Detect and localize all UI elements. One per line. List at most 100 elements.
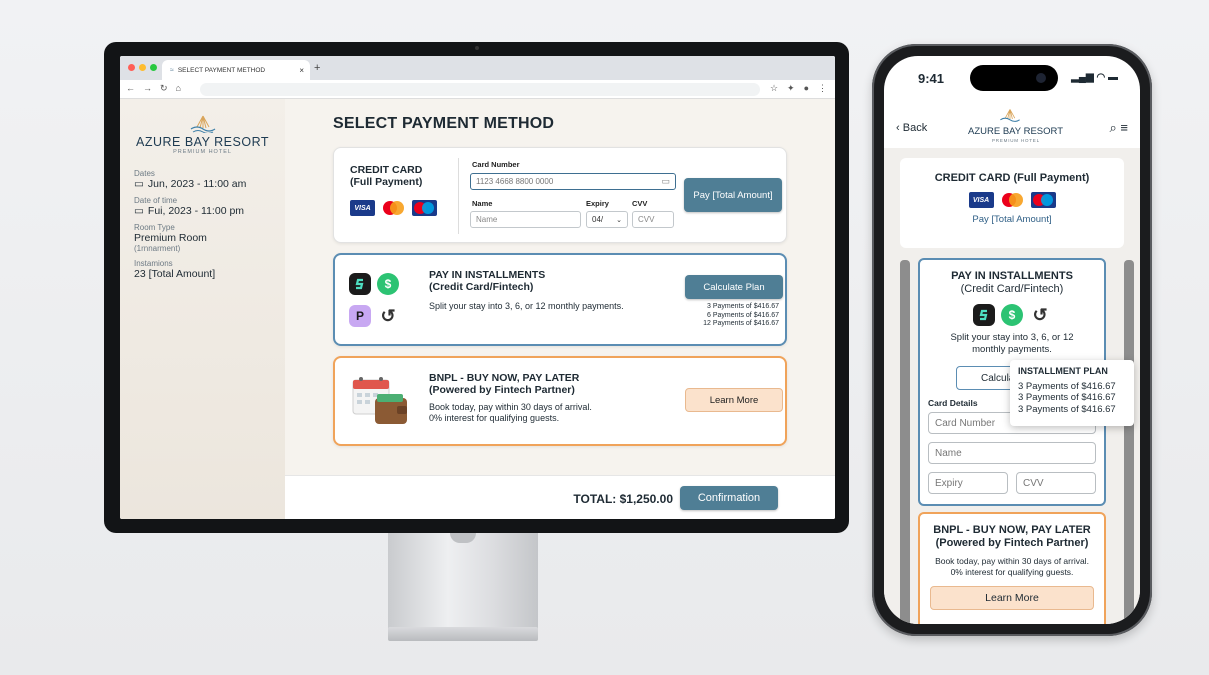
- status-time: 9:41: [918, 71, 945, 86]
- mobile-inst-title-line1: PAY IN INSTALLMENTS: [951, 270, 1073, 282]
- installments-value: 23 [Total Amount]: [134, 268, 216, 280]
- mobile-card-brands: VISA: [900, 192, 1124, 208]
- credit-card-option[interactable]: CREDIT CARD (Full Payment) VISA Card Num…: [333, 147, 787, 243]
- pay-total-button[interactable]: Pay [Total Amount]: [684, 178, 782, 212]
- monitor-camera: [475, 46, 479, 50]
- browser-tabbar: ≈ SELECT PAYMENT METHOD × +: [120, 56, 835, 80]
- new-tab-button[interactable]: +: [314, 62, 320, 74]
- back-arrow-icon[interactable]: ←: [126, 83, 135, 94]
- mobile-inst-desc-line1: Split your stay into 3, 6, or 12: [950, 332, 1074, 343]
- monitor-stand: [388, 533, 538, 629]
- url-input[interactable]: [200, 83, 760, 96]
- page-title: SELECT PAYMENT METHOD: [333, 115, 555, 132]
- wifi-icon: ◠: [1096, 72, 1106, 83]
- brand-subtitle: PREMIUM HOTEL: [173, 149, 232, 155]
- mobile-expiry-placeholder: Expiry: [935, 477, 963, 489]
- window-controls: [128, 64, 157, 71]
- dynamic-island: [970, 65, 1058, 91]
- fintech-s-logo-icon: [349, 273, 371, 295]
- mobile-card-number-placeholder: Card Number: [935, 417, 996, 429]
- calculate-plan-button[interactable]: Calculate Plan: [685, 275, 783, 299]
- mobile-bnpl-desc-line2: 0% interest for qualifying guests.: [950, 567, 1074, 577]
- mobile-expiry-input[interactable]: Expiry: [928, 472, 1008, 494]
- close-window-button[interactable]: [128, 64, 135, 71]
- dollar-icon: $: [377, 273, 399, 295]
- tooltip-line: 3 Payments of $416.67: [1018, 403, 1116, 415]
- forward-arrow-icon[interactable]: →: [143, 83, 152, 94]
- mobile-name-input[interactable]: Name: [928, 442, 1096, 464]
- card-icon: ▭: [661, 176, 670, 186]
- cvv-placeholder: CVV: [638, 215, 655, 224]
- bnpl-title: BNPL - BUY NOW, PAY LATER (Powered by Fi…: [429, 372, 579, 396]
- installments-label: Instamions: [134, 259, 173, 268]
- mobile-pay-total-link[interactable]: Pay [Total Amount]: [900, 214, 1124, 225]
- minimize-window-button[interactable]: [139, 64, 146, 71]
- mobile-brand-subtitle: PREMIUM HOTEL: [992, 138, 1040, 143]
- mobile-bnpl-title-line1: BNPL - BUY NOW, PAY LATER: [933, 524, 1091, 536]
- mobile-header-actions: ⌕ ≡: [1110, 120, 1129, 136]
- tab-title: SELECT PAYMENT METHOD: [177, 66, 266, 74]
- extensions-icon[interactable]: ✦: [787, 83, 795, 94]
- mobile-fintech-icons: $ ↺: [920, 304, 1104, 326]
- mobile-cc-title: CREDIT CARD (Full Payment): [934, 172, 1090, 184]
- paypal-p-icon: P: [349, 305, 371, 327]
- profile-icon[interactable]: ●: [804, 83, 809, 94]
- tab-close-icon[interactable]: ×: [299, 66, 304, 75]
- installments-title-line2: (Credit Card/Fintech): [429, 281, 534, 293]
- credit-card-title-line2: (Full Payment): [350, 176, 423, 188]
- history-clock-icon: ↺: [1032, 304, 1048, 325]
- mobile-inst-title-line2: (Credit Card/Fintech): [960, 283, 1064, 295]
- resort-logo-icon: [190, 115, 215, 133]
- bnpl-desc-line1: Book today, pay within 30 days of arriva…: [429, 402, 592, 412]
- mobile-bnpl-option[interactable]: BNPL - BUY NOW, PAY LATER (Powered by Fi…: [918, 512, 1106, 624]
- carousel-next[interactable]: [1124, 260, 1134, 624]
- time-value: Fui, 2023 - 11:00 pm: [147, 205, 245, 217]
- credit-card-title-line1: CREDIT CARD: [350, 164, 423, 176]
- back-button[interactable]: ‹ Back: [896, 122, 927, 134]
- chevron-down-icon: ⌄: [616, 216, 622, 224]
- installments-option[interactable]: $ P ↺ PAY IN INSTALLMENTS (Credit Card/F…: [333, 253, 787, 346]
- name-input[interactable]: Name: [470, 211, 581, 228]
- menu-kebab-icon[interactable]: ⋮: [818, 83, 827, 94]
- payment-main: SELECT PAYMENT METHOD CREDIT CARD (Full …: [285, 99, 835, 519]
- bnpl-title-line2: (Powered by Fintech Partner): [429, 384, 575, 396]
- card-number-value: 1123 4668 8800 0000: [476, 177, 554, 186]
- hamburger-menu-icon[interactable]: ≡: [1120, 120, 1128, 135]
- credit-card-title: CREDIT CARD (Full Payment): [350, 164, 422, 188]
- browser-tab[interactable]: ≈ SELECT PAYMENT METHOD ×: [162, 60, 310, 80]
- confirmation-button[interactable]: Confirmation: [680, 486, 778, 510]
- mobile-cvv-placeholder: CVV: [1023, 477, 1044, 489]
- reload-icon[interactable]: ↻: [160, 83, 168, 94]
- divider: [458, 158, 459, 234]
- home-icon[interactable]: ⌂: [176, 83, 181, 94]
- battery-icon: ▬: [1108, 72, 1118, 83]
- carousel-prev[interactable]: [900, 260, 910, 624]
- mobile-credit-card-option[interactable]: CREDIT CARD (Full Payment) VISA Pay [Tot…: [900, 158, 1124, 248]
- payment-options-list: 3 Payments of $416.67 6 Payments of $416…: [703, 303, 779, 329]
- mobile-inst-title: PAY IN INSTALLMENTS (Credit Card/Fintech…: [920, 270, 1104, 296]
- dollar-icon: $: [1001, 304, 1023, 326]
- card-number-input[interactable]: 1123 4668 8800 0000 ▭: [470, 173, 676, 190]
- mobile-name-placeholder: Name: [935, 447, 962, 459]
- mobile-learn-more-button[interactable]: Learn More: [930, 586, 1094, 610]
- bnpl-desc-line2: 0% interest for qualifying guests.: [429, 413, 560, 423]
- bnpl-option[interactable]: BNPL - BUY NOW, PAY LATER (Powered by Fi…: [333, 356, 787, 446]
- maestro-icon: [412, 200, 437, 216]
- booking-sidebar: AZURE BAY RESORT PREMIUM HOTEL Dates ▭ J…: [120, 99, 285, 519]
- dates-label: Dates: [134, 169, 155, 178]
- mobile-inst-description: Split your stay into 3, 6, or 12 monthly…: [920, 332, 1104, 356]
- mobile-bnpl-title: BNPL - BUY NOW, PAY LATER (Powered by Fi…: [920, 524, 1104, 550]
- expiry-select[interactable]: 04/ ⌄: [586, 211, 628, 228]
- search-icon[interactable]: ⌕: [1110, 120, 1117, 135]
- mobile-cvv-input[interactable]: CVV: [1016, 472, 1096, 494]
- bookmark-star-icon[interactable]: ☆: [770, 83, 778, 94]
- payment-option: 3 Payments of $416.67: [707, 303, 779, 310]
- maximize-window-button[interactable]: [150, 64, 157, 71]
- installment-plan-tooltip: INSTALLMENT PLAN 3 Payments of $416.67 3…: [1010, 360, 1134, 426]
- calendar-icon: ▭: [134, 178, 144, 190]
- cvv-input[interactable]: CVV: [632, 211, 674, 228]
- bnpl-title-line1: BNPL - BUY NOW, PAY LATER: [429, 372, 580, 384]
- mobile-bnpl-desc-line1: Book today, pay within 30 days of arriva…: [935, 556, 1089, 566]
- learn-more-button[interactable]: Learn More: [685, 388, 783, 412]
- dates-value-row: ▭ Jun, 2023 - 11:00 am: [134, 178, 271, 190]
